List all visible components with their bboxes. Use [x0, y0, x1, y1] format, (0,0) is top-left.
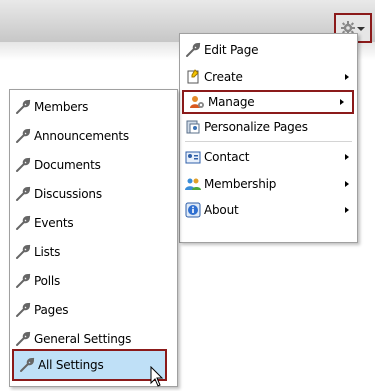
menu-item-label: Contact: [204, 150, 250, 164]
menu-item-about[interactable]: About: [180, 198, 357, 222]
menu-item-personalize-pages[interactable]: Personalize Pages: [180, 115, 357, 139]
create-icon: [185, 69, 201, 85]
menu-divider: [185, 141, 352, 142]
wrench-icon: [15, 128, 31, 144]
personalize-icon: [185, 119, 201, 135]
menu-item-contact[interactable]: Contact: [180, 145, 357, 169]
submenu-item-label: Announcements: [34, 129, 129, 143]
submenu-arrow-icon: [345, 154, 349, 160]
submenu-item-label: General Settings: [34, 332, 132, 346]
submenu-item-events[interactable]: Events: [10, 211, 177, 235]
menu-item-create[interactable]: Create: [180, 65, 357, 89]
menu-item-membership[interactable]: Membership: [180, 172, 357, 196]
manage-submenu: Members Announcements Documents Discussi…: [9, 89, 178, 387]
info-icon: [185, 202, 201, 218]
menu-item-label: Create: [204, 70, 243, 84]
submenu-item-label: Lists: [34, 245, 61, 259]
manage-icon: [189, 94, 205, 110]
submenu-item-lists[interactable]: Lists: [10, 240, 177, 264]
wrench-icon: [15, 99, 31, 115]
wrench-icon: [15, 244, 31, 260]
wrench-icon: [15, 186, 31, 202]
menu-item-edit-page[interactable]: Edit Page: [180, 38, 357, 62]
submenu-item-announcements[interactable]: Announcements: [10, 124, 177, 148]
menu-item-label: Manage: [208, 95, 255, 109]
submenu-item-label: All Settings: [38, 358, 104, 372]
submenu-item-label: Events: [34, 216, 74, 230]
mouse-cursor-icon: [150, 365, 164, 391]
wrench-icon: [15, 273, 31, 289]
submenu-item-documents[interactable]: Documents: [10, 153, 177, 177]
submenu-arrow-icon: [345, 181, 349, 187]
submenu-item-all-settings[interactable]: All Settings: [12, 349, 167, 381]
menu-item-manage[interactable]: Manage: [182, 90, 354, 114]
submenu-item-label: Discussions: [34, 187, 102, 201]
wrench-icon: [15, 215, 31, 231]
contact-icon: [185, 149, 201, 165]
wrench-icon: [15, 302, 31, 318]
submenu-item-label: Polls: [34, 274, 61, 288]
submenu-item-label: Documents: [34, 158, 101, 172]
wrench-icon: [185, 42, 201, 58]
submenu-item-label: Pages: [34, 303, 69, 317]
submenu-arrow-icon: [345, 74, 349, 80]
submenu-item-label: Members: [34, 100, 89, 114]
menu-item-label: Edit Page: [204, 43, 259, 57]
membership-icon: [185, 176, 201, 192]
wrench-icon: [19, 357, 35, 373]
submenu-arrow-icon: [340, 99, 344, 105]
wrench-icon: [15, 157, 31, 173]
menu-item-label: Membership: [204, 177, 277, 191]
submenu-arrow-icon: [345, 207, 349, 213]
submenu-item-pages[interactable]: Pages: [10, 298, 177, 322]
wrench-icon: [15, 331, 31, 347]
submenu-item-general-settings[interactable]: General Settings: [10, 327, 177, 351]
site-actions-menu: Edit Page Create Manage Personalize Page…: [179, 33, 358, 243]
submenu-item-discussions[interactable]: Discussions: [10, 182, 177, 206]
menu-item-label: Personalize Pages: [204, 120, 308, 134]
submenu-item-polls[interactable]: Polls: [10, 269, 177, 293]
chevron-down-icon: [357, 27, 365, 31]
menu-item-label: About: [204, 203, 239, 217]
submenu-item-members[interactable]: Members: [10, 95, 177, 119]
